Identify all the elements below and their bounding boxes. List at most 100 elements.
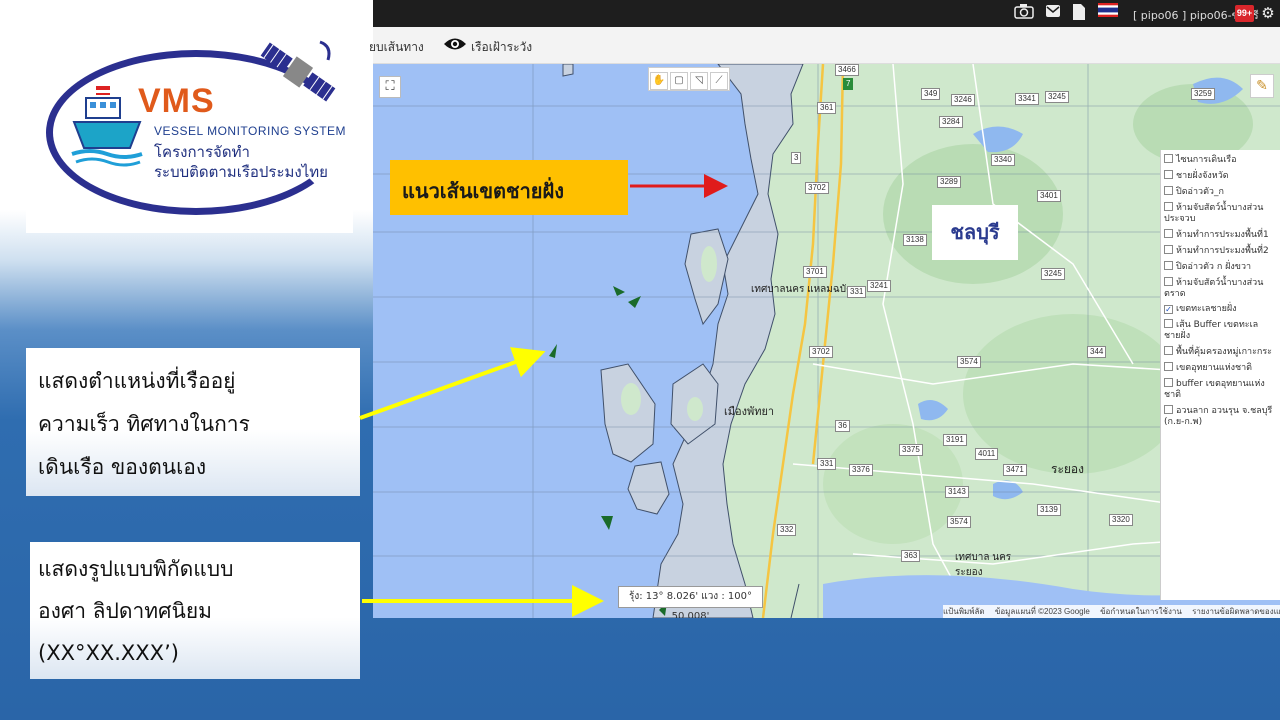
layer-item[interactable]: ✓ เขตทะเลชายฝั่ง [1164, 304, 1276, 315]
road-number: 3401 [1037, 190, 1061, 202]
map-data-credit: ข้อมูลแผนที่ ©2023 Google [994, 607, 1090, 616]
road-number: 36 [835, 420, 850, 432]
place-label-laem-chabang: เทศบาลนคร แหลมฉบัง [751, 284, 851, 295]
layer-label: เขตทะเลชายฝั่ง [1176, 304, 1237, 314]
layer-item[interactable]: buffer เขตอุทยานแห่ง ชาติ [1164, 378, 1276, 401]
notification-badge[interactable]: 99+ [1235, 5, 1254, 22]
callout-line: ความเร็ว ทิศทางในการ [38, 412, 250, 436]
road-number: 3376 [849, 464, 873, 476]
layer-item[interactable]: ห้ามจับสัตว์น้ำบางส่วน ประจวบ [1164, 202, 1276, 225]
measure-tool-icon[interactable]: ⟋ [710, 72, 728, 90]
checkbox[interactable] [1164, 261, 1173, 270]
road-number: 3471 [1003, 464, 1027, 476]
province-label: ชลบุรี [932, 205, 1018, 260]
callout-line: องศา ลิปดาทศนิยม [38, 599, 212, 623]
road-number: 3701 [803, 266, 827, 278]
fullscreen-button[interactable]: ⛶ [379, 76, 401, 98]
checkbox[interactable] [1164, 186, 1173, 195]
layer-label: เส้น Buffer เขตทะเล ชายฝั่ง [1164, 320, 1259, 341]
road-number: 3341 [1015, 93, 1039, 105]
road-number: 332 [777, 524, 797, 536]
place-label-rayong-city: เทศบาล นครระยอง [955, 552, 1012, 578]
layer-item[interactable]: ปิดอ่าวตัว ก ฝั่งขวา [1164, 261, 1276, 273]
callout-coastline: แนวเส้นเขตชายฝั่ง [390, 160, 628, 215]
checkbox[interactable] [1164, 154, 1173, 163]
layer-label: ปิดอ่าวตัว_ก [1176, 187, 1224, 197]
road-number: 3 [791, 152, 802, 164]
road-number: 3702 [809, 346, 833, 358]
checkbox[interactable] [1164, 170, 1173, 179]
route-history-link[interactable]: ยบเส้นทาง [369, 38, 424, 57]
document-icon[interactable] [1071, 3, 1087, 23]
road-number: 331 [817, 458, 837, 470]
road-number: 3245 [1045, 91, 1069, 103]
gear-icon[interactable]: ⚙ [1259, 3, 1277, 23]
road-number: 3466 [835, 64, 859, 76]
callout-line: แสดงตำแหน่งที่เรืออยู่ [38, 369, 236, 393]
layer-item[interactable]: เส้น Buffer เขตทะเล ชายฝั่ง [1164, 319, 1276, 342]
road-number: 3574 [957, 356, 981, 368]
checkbox[interactable] [1164, 245, 1173, 254]
layer-item[interactable]: ไซนการเดินเรือ [1164, 154, 1276, 166]
pencil-icon[interactable]: ✎ [1250, 74, 1274, 98]
layer-label: ห้ามจับสัตว์น้ำบางส่วน ประจวบ [1164, 203, 1264, 224]
mail-icon[interactable] [1043, 3, 1063, 23]
thai-flag-icon[interactable] [1097, 3, 1119, 23]
checkbox-checked[interactable]: ✓ [1164, 305, 1173, 314]
watch-vessels-link[interactable]: เรือเฝ้าระวัง [471, 38, 532, 57]
layer-label: ชายฝั่งจังหวัด [1176, 171, 1229, 181]
callout-vessel-position: แสดงตำแหน่งที่เรืออยู่ ความเร็ว ทิศทางใน… [26, 348, 360, 496]
layer-item[interactable]: ชายฝั่งจังหวัด [1164, 170, 1276, 182]
road-number: 4011 [975, 448, 999, 460]
checkbox[interactable] [1164, 277, 1173, 286]
road-number: 3340 [991, 154, 1015, 166]
road-number: 3320 [1109, 514, 1133, 526]
report-error-link[interactable]: รายงานข้อผิดพลาดของแผนที่ [1192, 607, 1280, 616]
pan-hand-icon[interactable]: ✋ [650, 72, 668, 90]
checkbox[interactable] [1164, 362, 1173, 371]
callout-line: (XX°XX.XXX’) [38, 641, 179, 665]
checkbox[interactable] [1164, 229, 1173, 238]
layer-item[interactable]: เขตอุทยานแห่งชาติ [1164, 362, 1276, 374]
logo-title: VMS [138, 82, 215, 120]
road-number: 3191 [943, 434, 967, 446]
callout-coordinate-format: แสดงรูปแบบพิกัดแบบ องศา ลิปดาทศนิยม (XX°… [30, 542, 360, 679]
eye-icon[interactable] [443, 36, 467, 52]
map-canvas[interactable] [373, 64, 1280, 618]
checkbox[interactable] [1164, 346, 1173, 355]
draw-tools: ✋ ▢ ◹ ⟋ [648, 67, 730, 91]
road-number: 361 [817, 102, 837, 114]
fishing-boat-icon [71, 86, 143, 167]
layer-item[interactable]: อวนลาก อวนรุน จ.ชลบุรี (ก.ย-ก.พ) [1164, 405, 1276, 428]
terms-link[interactable]: ข้อกำหนดในการใช้งาน [1100, 607, 1182, 616]
rectangle-tool-icon[interactable]: ▢ [670, 72, 688, 90]
layer-item[interactable]: ห้ามจับสัตว์น้ำบางส่วน ตราด [1164, 277, 1276, 300]
layer-item[interactable]: ปิดอ่าวตัว_ก [1164, 186, 1276, 198]
checkbox[interactable] [1164, 202, 1173, 211]
layer-item[interactable]: ห้ามทำการประมงพื้นที่2 [1164, 245, 1276, 257]
camera-icon[interactable] [1013, 3, 1035, 23]
map-view[interactable]: เทศบาลนคร แหลมฉบัง เมืองพัทยา ระยอง เทศบ… [373, 64, 1280, 618]
layer-label: buffer เขตอุทยานแห่ง ชาติ [1164, 379, 1265, 400]
place-label-pattaya: เมืองพัทยา [724, 406, 775, 418]
callout-line: เดินเรือ ของตนเอง [38, 455, 207, 479]
keyboard-shortcuts-link[interactable]: แป้นพิมพ์ลัด [943, 607, 985, 616]
road-number: 3138 [903, 234, 927, 246]
vms-logo: VMS VESSEL MONITORING SYSTEM โครงการจัดท… [26, 0, 353, 233]
road-number: 3284 [939, 116, 963, 128]
road-number: 331 [847, 286, 867, 298]
road-number: 3574 [947, 516, 971, 528]
vessel-markers[interactable] [549, 286, 667, 616]
layer-label: ห้ามทำการประมงพื้นที่1 [1176, 230, 1269, 240]
map-attribution: แป้นพิมพ์ลัด ข้อมูลแผนที่ ©2023 Google ข… [943, 605, 1280, 618]
checkbox[interactable] [1164, 378, 1173, 387]
layer-label: ห้ามทำการประมงพื้นที่2 [1176, 246, 1269, 256]
layer-item[interactable]: พื้นที่คุ้มครองหมู่เกาะกระ [1164, 346, 1276, 358]
map-toolbar: ยบเส้นทาง เรือเฝ้าระวัง [369, 27, 1280, 64]
layer-label: อวนลาก อวนรุน จ.ชลบุรี (ก.ย-ก.พ) [1164, 406, 1273, 427]
checkbox[interactable] [1164, 405, 1173, 414]
layer-item[interactable]: ห้ามทำการประมงพื้นที่1 [1164, 229, 1276, 241]
layer-label: ปิดอ่าวตัว ก ฝั่งขวา [1176, 262, 1252, 272]
checkbox[interactable] [1164, 319, 1173, 328]
polygon-tool-icon[interactable]: ◹ [690, 72, 708, 90]
